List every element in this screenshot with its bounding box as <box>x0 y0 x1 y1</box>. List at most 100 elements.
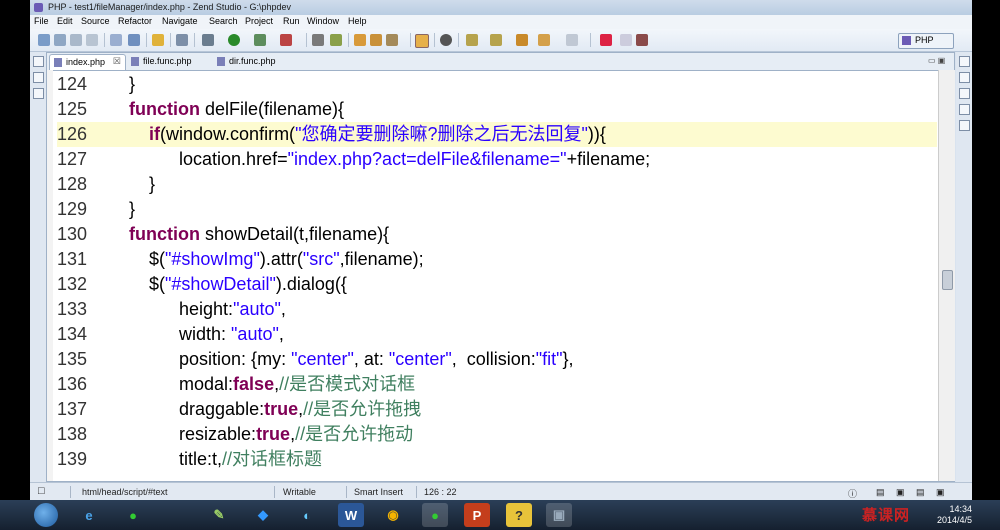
taskbar-notepad[interactable]: ✎ <box>206 503 232 527</box>
toggle-mark-icon[interactable] <box>415 34 429 48</box>
info-icon[interactable]: ⓘ <box>848 487 857 500</box>
taskbar-ie[interactable]: e <box>76 503 102 527</box>
panel-icon[interactable] <box>959 72 970 83</box>
code-string: "fit" <box>535 349 563 369</box>
next-annotation-icon[interactable] <box>466 34 478 46</box>
code-text: location.href="index.php?act=delFile&fil… <box>109 147 650 172</box>
menu-edit[interactable]: Edit <box>57 16 73 26</box>
menu-refactor[interactable]: Refactor <box>118 16 152 26</box>
doc-icon[interactable] <box>620 34 632 46</box>
menu-navigate[interactable]: Navigate <box>162 16 198 26</box>
tray-icon[interactable]: ▣ <box>936 487 945 498</box>
code-line[interactable]: 127 location.href="index.php?act=delFile… <box>57 147 937 172</box>
code-line[interactable]: 135 position: {my: "center", at: "center… <box>57 347 937 372</box>
status-separator <box>346 486 347 498</box>
debug-icon[interactable] <box>202 34 214 46</box>
outline-icon[interactable] <box>33 88 44 99</box>
menu-search[interactable]: Search <box>209 16 238 26</box>
menu-source[interactable]: Source <box>81 16 110 26</box>
taskbar-app-active[interactable]: ● <box>422 503 448 527</box>
minimize-maximize-icon[interactable]: ▭ ▣ <box>928 56 950 66</box>
search-folder-icon[interactable] <box>370 34 382 46</box>
back-icon[interactable] <box>538 34 550 46</box>
globe-icon[interactable] <box>440 34 452 46</box>
restore-icon[interactable] <box>959 56 970 67</box>
panel-icon[interactable] <box>959 120 970 131</box>
code-line[interactable]: 124 } <box>57 72 937 97</box>
clock-time: 14:34 <box>949 504 972 514</box>
taskbar-powerpoint[interactable]: P <box>464 503 490 527</box>
code-line[interactable]: 134 width: "auto", <box>57 322 937 347</box>
profile-icon[interactable] <box>254 34 266 46</box>
scrollbar-thumb[interactable] <box>942 270 953 290</box>
php-project-icon[interactable] <box>128 34 140 46</box>
code-line[interactable]: 137 draggable:true,//是否允许拖拽 <box>57 397 937 422</box>
tray-icon[interactable]: ▤ <box>876 487 885 498</box>
prev-annotation-icon[interactable] <box>490 34 502 46</box>
code-token: }, <box>562 349 574 369</box>
status-indicator-icon: □ <box>38 485 45 497</box>
save-all-icon[interactable] <box>70 34 82 46</box>
code-line[interactable]: 133 height:"auto", <box>57 297 937 322</box>
server-icon[interactable] <box>176 34 188 46</box>
code-line[interactable]: 130 function showDetail(t,filename){ <box>57 222 937 247</box>
taskbar-word[interactable]: W <box>338 503 364 527</box>
properties-icon[interactable] <box>110 34 122 46</box>
start-button[interactable] <box>34 503 58 527</box>
print-icon[interactable] <box>86 34 98 46</box>
menu-help[interactable]: Help <box>348 16 367 26</box>
tool-icon[interactable] <box>312 34 324 46</box>
close-icon[interactable]: ☒ <box>113 56 121 67</box>
open-type-icon[interactable] <box>152 34 164 46</box>
clock-date: 2014/4/5 <box>936 515 972 525</box>
run-icon[interactable] <box>228 34 240 46</box>
open-folder-icon[interactable] <box>354 34 366 46</box>
clock[interactable]: 14:34 2014/4/5 <box>912 504 972 526</box>
new-icon[interactable] <box>38 34 50 46</box>
taskbar-app-cloud[interactable]: ◐ <box>294 503 320 527</box>
menu-window[interactable]: Window <box>307 16 339 26</box>
panel-icon[interactable] <box>959 88 970 99</box>
panel-icon[interactable] <box>959 104 970 115</box>
pin-icon[interactable] <box>600 34 612 46</box>
code-text: $("#showDetail").dialog({ <box>109 272 347 297</box>
tab-index-php[interactable]: index.php ☒ <box>49 54 126 70</box>
wand-icon[interactable] <box>386 34 398 46</box>
menu-file[interactable]: File <box>34 16 49 26</box>
code-line[interactable]: 131 $("#showImg").attr("src",filename); <box>57 247 937 272</box>
taskbar-help[interactable]: ? <box>506 503 532 527</box>
last-edit-icon[interactable] <box>516 34 528 46</box>
code-string: "center" <box>388 349 452 369</box>
taskbar-app-green[interactable]: ● <box>120 503 146 527</box>
code-line[interactable]: 129 } <box>57 197 937 222</box>
restore-icon[interactable] <box>33 56 44 67</box>
code-line[interactable]: 138 resizable:true,//是否允许拖动 <box>57 422 937 447</box>
tab-dir-func-php[interactable]: dir.func.php <box>213 54 293 69</box>
code-line[interactable]: 132 $("#showDetail").dialog({ <box>57 272 937 297</box>
taskbar-app-blue[interactable]: ◆ <box>250 503 276 527</box>
perspective-php[interactable]: PHP <box>898 33 954 49</box>
code-line[interactable]: 136 modal:false,//是否模式对话框 <box>57 372 937 397</box>
tray-icon[interactable]: ▤ <box>916 487 925 498</box>
external-tools-icon[interactable] <box>280 34 292 46</box>
forward-icon[interactable] <box>566 34 578 46</box>
taskbar-chrome[interactable]: ◉ <box>380 503 406 527</box>
taskbar-zend[interactable]: ▣ <box>546 503 572 527</box>
code-line[interactable]: 125 function delFile(filename){ <box>57 97 937 122</box>
code-line[interactable]: 126 if(window.confirm("您确定要删除嘛?删除之后无法回复"… <box>57 122 937 147</box>
tray-icon[interactable]: ▣ <box>896 487 905 498</box>
vertical-scrollbar[interactable] <box>938 70 955 481</box>
code-line[interactable]: 128 } <box>57 172 937 197</box>
code-line[interactable]: 139 title:t,//对话框标题 <box>57 447 937 472</box>
code-token: +filename; <box>566 149 651 169</box>
menu-project[interactable]: Project <box>245 16 273 26</box>
code-area[interactable]: 124 } 125 function delFile(filename){126 … <box>57 70 937 481</box>
line-number: 137 <box>57 399 88 419</box>
code-editor[interactable]: index.php ☒ file.func.php dir.func.php ▭… <box>46 52 955 482</box>
task-icon[interactable] <box>636 34 648 46</box>
tab-file-func-php[interactable]: file.func.php <box>127 54 207 69</box>
explorer-icon[interactable] <box>33 72 44 83</box>
menu-run[interactable]: Run <box>283 16 300 26</box>
save-icon[interactable] <box>54 34 66 46</box>
sql-icon[interactable] <box>330 34 342 46</box>
